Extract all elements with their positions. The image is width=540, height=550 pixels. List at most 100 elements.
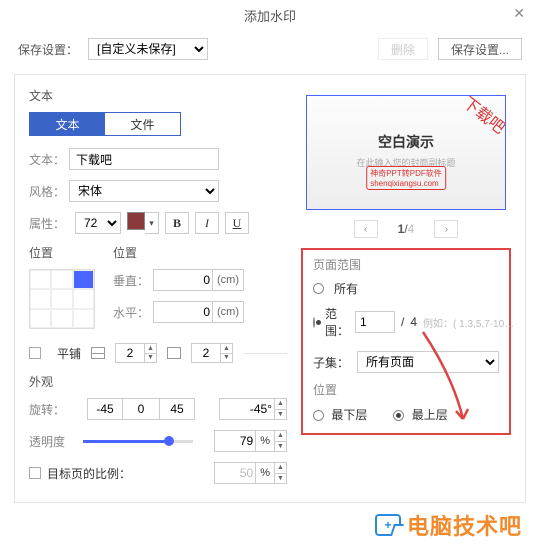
italic-button[interactable]: I <box>195 212 219 234</box>
target-scale-stepper[interactable]: ▲▼ <box>275 462 287 484</box>
range-example: 例如：( 1,3,5,7-10… <box>423 315 514 330</box>
tile2-stepper[interactable]: ▲▼ <box>221 343 233 363</box>
attr-label: 属性： <box>29 215 69 232</box>
underline-button[interactable]: U <box>225 212 249 234</box>
tile-count1-input[interactable] <box>115 343 145 363</box>
target-scale-label: 目标页的比例： <box>47 465 131 482</box>
font-size-select[interactable]: 72 <box>75 212 121 234</box>
horiz-label: 水平： <box>113 304 153 321</box>
position-title: 位置 <box>29 244 95 261</box>
color-dropdown-icon[interactable]: ▾ <box>145 212 159 234</box>
preset-select[interactable]: [自定义未保存] <box>88 38 208 60</box>
dialog-title: 添加水印 <box>244 6 296 25</box>
range-all-row: 所有 <box>313 280 499 297</box>
layer-row: 最下层 最上层 <box>313 406 499 423</box>
rotate-triple <box>87 398 195 420</box>
range-custom-row: 范围： / 4 例如：( 1,3,5,7-10… <box>313 305 499 339</box>
rotate-row: 旋转： ▲▼ <box>29 398 287 420</box>
radio-top[interactable] <box>393 410 404 421</box>
radio-all[interactable] <box>313 283 324 294</box>
layer-title: 位置 <box>313 381 499 398</box>
position-block: 位置 位置 垂直： (cm) <box>29 244 287 333</box>
opacity-stepper[interactable]: ▲▼ <box>275 430 287 452</box>
text-label: 文本： <box>29 151 69 168</box>
tile-label: 平铺 <box>57 345 81 362</box>
next-page-button[interactable]: › <box>434 220 458 238</box>
text-row: 文本： <box>29 148 287 170</box>
color-swatch[interactable] <box>127 212 145 230</box>
radio-range-label: 范围： <box>325 305 349 339</box>
rotate-0[interactable] <box>123 398 159 420</box>
save-label: 保存设置： <box>18 41 78 58</box>
target-scale-input[interactable] <box>214 462 256 484</box>
rotate-label: 旋转： <box>29 401 77 418</box>
position-grid[interactable] <box>29 269 95 329</box>
subset-row: 子集： 所有页面 <box>313 351 499 373</box>
vert-row: 垂直： (cm) <box>113 269 287 291</box>
brand-icon: + <box>375 514 401 536</box>
title-bar: 添加水印 ✕ <box>0 0 540 30</box>
tile-count2-input[interactable] <box>191 343 221 363</box>
opacity-row: 透明度 % ▲▼ <box>29 430 287 452</box>
target-scale-pct: % <box>256 462 275 484</box>
tile-row: 平铺 ▲▼ ▲▼ <box>29 343 287 363</box>
target-scale-checkbox[interactable] <box>29 467 41 479</box>
opacity-pct: % <box>256 430 275 452</box>
page-range-box: 页面范围 所有 范围： / 4 例如：( 1,3,5,7-10… 子 <box>301 248 511 435</box>
layer-bottom-option[interactable]: 最下层 <box>313 406 367 423</box>
preview-box: 下载吧 空白演示 在此输入您的封面副标题 神奇PPT转PDF软件shenqixi… <box>306 95 506 210</box>
font-style-select[interactable]: 宋体 <box>69 180 219 202</box>
radio-bottom-label: 最下层 <box>331 408 367 422</box>
attr-row: 属性： 72 ▾ B I U <box>29 212 287 234</box>
radio-range[interactable] <box>313 317 315 328</box>
watermark-text-input[interactable] <box>69 148 219 170</box>
position-cell-top-right[interactable] <box>73 270 94 289</box>
bold-button[interactable]: B <box>165 212 189 234</box>
style-row: 风格： 宋体 <box>29 180 287 202</box>
rotate-stepper[interactable]: ▲▼ <box>275 398 287 420</box>
watermark-dialog: 添加水印 ✕ 保存设置： [自定义未保存] 删除 保存设置... 文本 文本 文… <box>0 0 540 545</box>
save-as-button[interactable]: 保存设置... <box>438 38 522 60</box>
brand-text: 电脑技术吧 <box>407 509 522 541</box>
preview-title: 空白演示 <box>307 132 505 152</box>
horiz-row: 水平： (cm) <box>113 301 287 323</box>
tile-horiz-icon <box>91 347 105 359</box>
settings-card: 文本 文本 文件 文本： 风格： 宋体 属性： <box>14 74 526 503</box>
tab-text[interactable]: 文本 <box>30 113 105 135</box>
position-sub-title: 位置 <box>113 244 287 261</box>
tile1-stepper[interactable]: ▲▼ <box>145 343 157 363</box>
page-display: 1/4 <box>398 222 415 236</box>
tab-file[interactable]: 文件 <box>105 113 180 135</box>
text-section-title: 文本 <box>29 87 287 104</box>
prev-page-button[interactable]: ‹ <box>354 220 378 238</box>
preview-stamp: 神奇PPT转PDF软件shenqixiangsu.com <box>366 166 446 190</box>
range-from-input[interactable] <box>355 311 395 333</box>
rotate-value-input[interactable] <box>219 398 275 420</box>
horiz-input[interactable] <box>153 301 213 323</box>
range-total: 4 <box>410 315 417 329</box>
right-pane: 下载吧 空白演示 在此输入您的封面副标题 神奇PPT转PDF软件shenqixi… <box>301 87 511 494</box>
layer-top-option[interactable]: 最上层 <box>393 406 447 423</box>
close-icon[interactable]: ✕ <box>513 5 525 22</box>
radio-all-label: 所有 <box>334 280 358 297</box>
delete-button[interactable]: 删除 <box>378 38 428 60</box>
range-slash: / <box>401 315 404 329</box>
radio-bottom[interactable] <box>313 410 324 421</box>
source-tabstrip: 文本 文件 <box>29 112 181 136</box>
vert-unit: (cm) <box>213 269 244 291</box>
subset-select[interactable]: 所有页面 <box>357 351 499 373</box>
horiz-unit: (cm) <box>213 301 244 323</box>
left-pane: 文本 文本 文件 文本： 风格： 宋体 属性： <box>29 87 287 494</box>
radio-top-label: 最上层 <box>412 408 448 422</box>
preview-pager: ‹ 1/4 › <box>306 220 506 238</box>
tile-checkbox[interactable] <box>29 347 41 359</box>
rotate-45[interactable] <box>159 398 195 420</box>
vert-input[interactable] <box>153 269 213 291</box>
tile-vert-icon <box>167 347 181 359</box>
opacity-input[interactable] <box>214 430 256 452</box>
save-settings-row: 保存设置： [自定义未保存] 删除 保存设置... <box>0 30 540 74</box>
subset-label: 子集： <box>313 354 349 371</box>
opacity-slider[interactable] <box>83 434 193 448</box>
appearance-title: 外观 <box>29 373 287 390</box>
rotate-neg45[interactable] <box>87 398 123 420</box>
